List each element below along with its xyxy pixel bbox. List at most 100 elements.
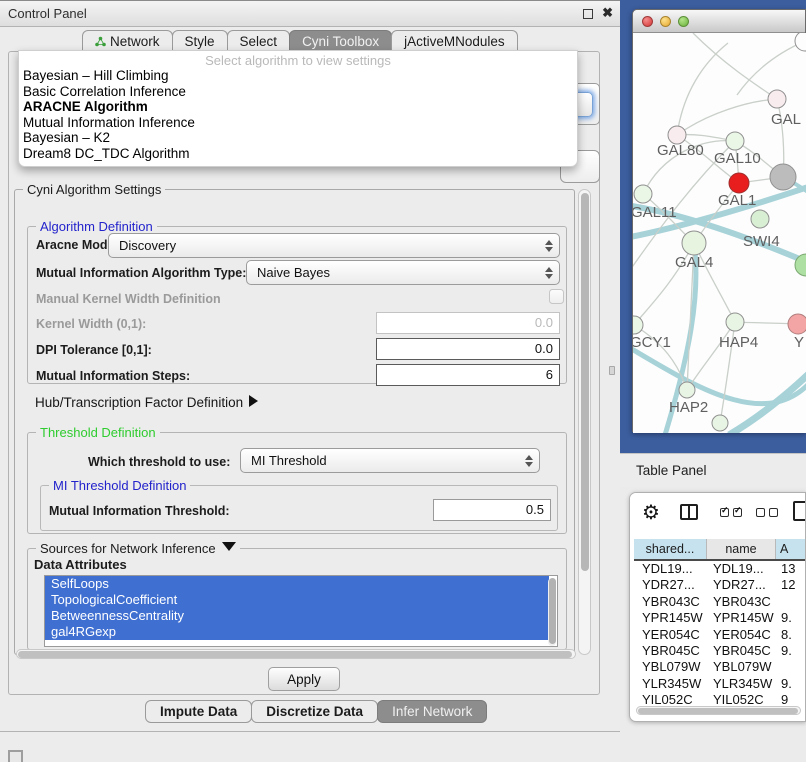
dock-panel-icon[interactable] (8, 750, 23, 762)
columns-icon[interactable] (680, 504, 698, 520)
network-node[interactable] (770, 164, 796, 190)
unchecked-pair-icon[interactable] (756, 508, 778, 517)
attribute-item[interactable]: TopologicalCoefficient (45, 592, 549, 608)
zoom-traffic-light-icon[interactable] (678, 16, 689, 27)
tab-style[interactable]: Style (172, 30, 228, 52)
dpi-tolerance-input[interactable]: 0.0 (376, 338, 560, 360)
mi-type-label: Mutual Information Algorithm Type: (36, 266, 246, 280)
tab-select[interactable]: Select (227, 30, 291, 52)
aracne-mode-combo[interactable]: Discovery (108, 233, 560, 258)
float-window-icon[interactable] (583, 9, 593, 19)
node-label: GAL11 (633, 204, 677, 221)
table-row[interactable]: YBL079WYBL079W (634, 659, 806, 675)
stepper-icon (544, 266, 553, 280)
table-hscrollbar-thumb[interactable] (638, 708, 798, 714)
network-edge[interactable] (677, 43, 728, 135)
network-node-gal[interactable] (768, 90, 786, 108)
node-label: GAL (771, 111, 801, 128)
table-row[interactable]: YER054CYER054C8. (634, 627, 806, 643)
kernel-width-input[interactable]: 0.0 (376, 312, 560, 334)
data-attributes-list[interactable]: SelfLoopsTopologicalCoefficientBetweenne… (44, 575, 558, 647)
table-row[interactable]: YDL19...YDL19...13 (634, 561, 806, 577)
algorithm-definition-title: Algorithm Definition (36, 219, 157, 234)
tab-impute-data[interactable]: Impute Data (145, 700, 252, 723)
threshold-definition-title: Threshold Definition (36, 425, 160, 440)
table-cell: YBR043C (707, 594, 776, 610)
network-graph-canvas[interactable]: GALGAL80GAL10GAL1GAL11SWI4GAL4GCY1HAP4YH… (633, 33, 806, 433)
settings-scrollbar[interactable] (578, 189, 591, 655)
algorithm-option[interactable]: Basic Correlation Inference (19, 84, 577, 100)
node-attribute-table[interactable]: shared...nameA YDL19...YDL19...13YDR27..… (634, 539, 806, 709)
network-node[interactable] (795, 33, 806, 51)
attributes-list-scrollbar-thumb[interactable] (549, 578, 556, 644)
node-label: Y (794, 334, 804, 351)
close-window-icon[interactable]: ✖ (602, 5, 613, 21)
manual-kernel-label: Manual Kernel Width Definition (36, 292, 221, 306)
table-row[interactable]: YBR045CYBR045C9. (634, 643, 806, 659)
gear-icon[interactable]: ⚙ (642, 500, 660, 525)
column-header[interactable]: name (707, 539, 776, 559)
column-header[interactable]: shared... (634, 539, 707, 559)
attribute-item[interactable]: BetweennessCentrality (45, 608, 549, 624)
tab-network[interactable]: Network (82, 30, 173, 52)
document-icon[interactable] (793, 501, 806, 521)
mi-steps-input[interactable]: 6 (376, 364, 560, 386)
network-edge[interactable] (677, 99, 777, 135)
manual-kernel-checkbox[interactable] (549, 289, 564, 304)
hub-tf-expander[interactable]: Hub/Transcription Factor Definition (35, 395, 258, 410)
algorithm-option[interactable]: Bayesian – K2 (19, 130, 577, 146)
which-threshold-combo[interactable]: MI Threshold (240, 448, 540, 473)
panel-splitter-handle[interactable] (609, 366, 615, 375)
attribute-item[interactable]: SelfLoops (45, 576, 549, 592)
algorithm-option[interactable]: ARACNE Algorithm (19, 99, 577, 115)
minimize-traffic-light-icon[interactable] (660, 16, 671, 27)
tab-jactivemnodules[interactable]: jActiveMNodules (391, 30, 518, 52)
network-node-gal1[interactable] (729, 173, 749, 193)
network-node-gal10[interactable] (726, 132, 744, 150)
attributes-list-scrollbar[interactable] (548, 578, 556, 646)
sources-group-title[interactable]: Sources for Network Inference (36, 541, 240, 556)
network-node-y[interactable] (788, 314, 806, 334)
node-label: GAL4 (675, 254, 713, 271)
attribute-item[interactable]: gal4RGexp (45, 624, 549, 640)
close-traffic-light-icon[interactable] (642, 16, 653, 27)
network-view-window[interactable]: GALGAL80GAL10GAL1GAL11SWI4GAL4GCY1HAP4YH… (632, 9, 806, 432)
network-node-hap4[interactable] (726, 313, 744, 331)
table-row[interactable]: YLR345WYLR345W9. (634, 676, 806, 692)
settings-scrollbar-thumb[interactable] (581, 193, 589, 571)
checked-pair-icon[interactable] (720, 508, 742, 517)
tab-discretize-data[interactable]: Discretize Data (251, 700, 378, 723)
algorithm-option[interactable]: Dream8 DC_TDC Algorithm (19, 146, 577, 162)
table-row[interactable]: YBR043CYBR043C (634, 594, 806, 610)
table-row[interactable]: YPR145WYPR145W9. (634, 610, 806, 626)
network-edge[interactable] (737, 41, 805, 95)
unchecked-box-icon (756, 508, 765, 517)
network-window-titlebar[interactable] (633, 10, 805, 33)
network-edge[interactable] (687, 322, 735, 390)
network-node-gal11[interactable] (634, 185, 652, 203)
mi-threshold-label: Mutual Information Threshold: (49, 504, 230, 518)
apply-button[interactable]: Apply (268, 667, 340, 691)
node-label: HAP2 (669, 399, 708, 416)
mi-threshold-input[interactable]: 0.5 (433, 499, 551, 521)
table-cell: YBR045C (634, 643, 707, 659)
algorithm-option[interactable]: Bayesian – Hill Climbing (19, 68, 577, 84)
table-hscrollbar[interactable] (636, 706, 801, 715)
network-node-gcy1[interactable] (633, 316, 643, 334)
table-row[interactable]: YDR27...YDR27...12 (634, 577, 806, 593)
algorithm-option[interactable]: Mutual Information Inference (19, 115, 577, 131)
settings-hscrollbar-thumb[interactable] (18, 651, 572, 658)
network-node-hap2[interactable] (679, 382, 695, 398)
table-cell: YER054C (634, 627, 707, 643)
mi-algorithm-type-combo[interactable]: Naive Bayes (246, 260, 560, 285)
column-header[interactable]: A (776, 539, 806, 559)
settings-hscrollbar[interactable] (16, 649, 576, 659)
table-cell: 13 (776, 561, 806, 577)
network-node[interactable] (712, 415, 728, 431)
network-node-gal4[interactable] (682, 231, 706, 255)
tab-cyni-toolbox[interactable]: Cyni Toolbox (289, 30, 392, 52)
tab-infer-network[interactable]: Infer Network (377, 700, 487, 723)
sources-title-label: Sources for Network Inference (40, 541, 216, 556)
sources-group: Sources for Network Inference Data Attri… (27, 548, 567, 650)
network-node-swi4[interactable] (751, 210, 769, 228)
